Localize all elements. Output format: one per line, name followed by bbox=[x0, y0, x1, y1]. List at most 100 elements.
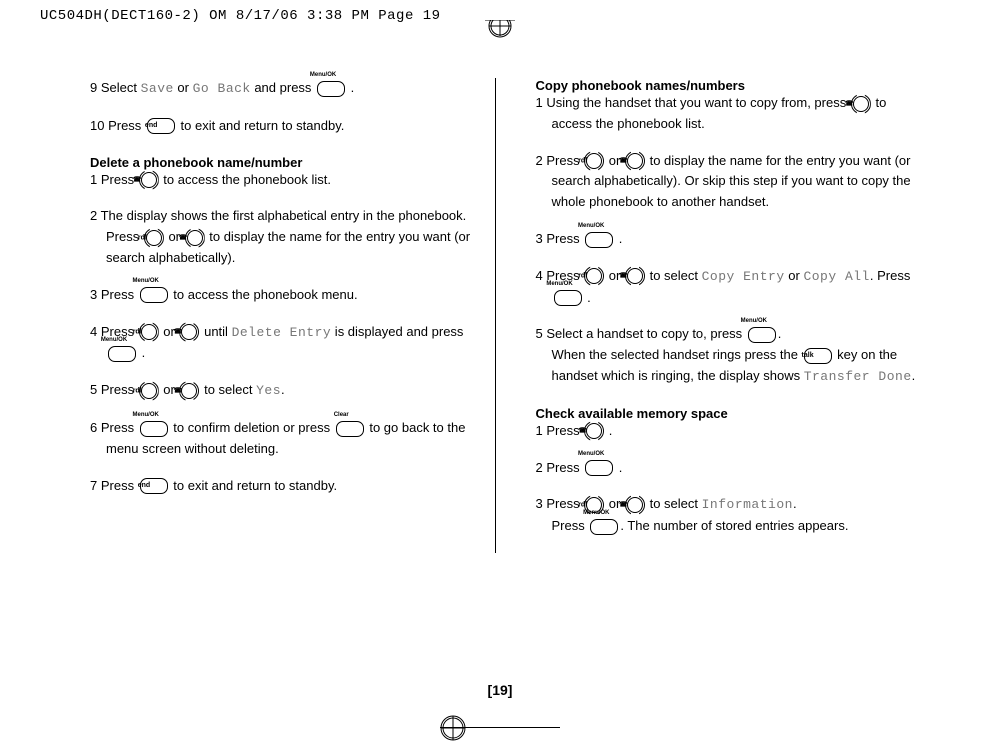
menu-ok-key-icon: Menu/OK bbox=[585, 460, 613, 476]
text: to exit and return to standby. bbox=[170, 478, 337, 493]
copy-step-4: 4 Press rdl or ☎ to select Copy Entry or… bbox=[536, 266, 921, 309]
clear-key-icon: Clear bbox=[336, 421, 364, 437]
text: 3 Press bbox=[536, 231, 584, 246]
text: until bbox=[200, 324, 231, 339]
text: When the selected handset rings press th… bbox=[552, 347, 802, 362]
talk-key-icon: talk bbox=[804, 348, 832, 364]
text: or bbox=[785, 268, 804, 283]
delete-step-6: 6 Press Menu/OK to confirm deletion or p… bbox=[90, 418, 475, 460]
lcd-text: Transfer Done bbox=[804, 369, 912, 384]
key-label: Menu/OK bbox=[757, 317, 767, 327]
up-key-icon: rdl bbox=[139, 322, 159, 342]
copy-step-3: 3 Press Menu/OK . bbox=[536, 229, 921, 250]
left-column: 9 Select Save or Go Back and press Menu/… bbox=[90, 78, 496, 553]
text: to access the phonebook menu. bbox=[170, 287, 358, 302]
end-key-icon: end bbox=[140, 478, 168, 494]
text: 9 Select bbox=[90, 80, 141, 95]
text: 2 Press bbox=[536, 153, 584, 168]
text: . bbox=[778, 326, 782, 341]
lcd-text: Save bbox=[141, 81, 174, 96]
lcd-text: Delete Entry bbox=[232, 325, 332, 340]
memory-step-1: 1 Press ☎ . bbox=[536, 421, 921, 442]
text: 3 Press bbox=[90, 287, 138, 302]
menu-ok-key-icon: Menu/OK bbox=[748, 327, 776, 343]
text: 2 The display shows the first alphabetic… bbox=[90, 208, 466, 223]
key-label: Menu/OK bbox=[117, 336, 127, 346]
down-key-icon: ☎ bbox=[851, 94, 871, 114]
delete-step-2: 2 The display shows the first alphabetic… bbox=[90, 206, 475, 268]
text: and press bbox=[251, 80, 315, 95]
delete-section-title: Delete a phonebook name/number bbox=[90, 155, 475, 170]
menu-ok-key-icon: Menu/OK bbox=[554, 290, 582, 306]
up-key-icon: rdl bbox=[584, 151, 604, 171]
text: 5 Press bbox=[90, 382, 138, 397]
copy-step-5: 5 Select a handset to copy to, press Men… bbox=[536, 324, 921, 387]
menu-ok-key-icon: Menu/OK bbox=[585, 232, 613, 248]
delete-step-1: 1 Press ☎ to access the phonebook list. bbox=[90, 170, 475, 191]
copy-step-1: 1 Using the handset that you want to cop… bbox=[536, 93, 921, 135]
down-key-icon: ☎ bbox=[625, 495, 645, 515]
text: or bbox=[174, 80, 193, 95]
text: 1 Press bbox=[536, 423, 584, 438]
text: 1 Press bbox=[90, 172, 138, 187]
text: 1 Using the handset that you want to cop… bbox=[536, 95, 850, 110]
text: 10 Press bbox=[90, 118, 145, 133]
delete-step-7: 7 Press end to exit and return to standb… bbox=[90, 476, 475, 497]
right-column: Copy phonebook names/numbers 1 Using the… bbox=[516, 78, 941, 553]
crop-mark-bottom-icon bbox=[440, 727, 560, 744]
text: 2 Press bbox=[536, 460, 584, 475]
key-label: Menu/OK bbox=[594, 450, 604, 460]
key-label: Menu/OK bbox=[149, 411, 159, 421]
key-label: Menu/OK bbox=[562, 280, 572, 290]
up-key-icon: rdl bbox=[144, 228, 164, 248]
step-10: 10 Press end to exit and return to stand… bbox=[90, 116, 475, 137]
text: 7 Press bbox=[90, 478, 138, 493]
delete-step-3: 3 Press Menu/OK to access the phonebook … bbox=[90, 285, 475, 306]
lcd-text: Yes bbox=[256, 383, 281, 398]
key-label: Menu/OK bbox=[149, 277, 159, 287]
down-key-icon: ☎ bbox=[625, 151, 645, 171]
text: to select bbox=[646, 496, 702, 511]
memory-step-3: 3 Press rdl or ☎ to select Information. … bbox=[536, 494, 921, 537]
text: . bbox=[793, 496, 797, 511]
down-key-icon: ☎ bbox=[179, 381, 199, 401]
crop-mark-top-icon bbox=[485, 20, 515, 50]
delete-step-5: 5 Press rdl or ☎ to select Yes. bbox=[90, 380, 475, 402]
up-key-icon: rdl bbox=[139, 381, 159, 401]
menu-ok-key-icon: Menu/OK bbox=[108, 346, 136, 362]
down-key-icon: ☎ bbox=[139, 170, 159, 190]
memory-section-title: Check available memory space bbox=[536, 406, 921, 421]
lcd-text: Go Back bbox=[193, 81, 251, 96]
copy-section-title: Copy phonebook names/numbers bbox=[536, 78, 921, 93]
content-columns: 9 Select Save or Go Back and press Menu/… bbox=[0, 28, 1000, 553]
lcd-text: Copy Entry bbox=[702, 269, 785, 284]
text: to exit and return to standby. bbox=[177, 118, 344, 133]
page-number: [19] bbox=[488, 682, 513, 698]
text: 6 Press bbox=[90, 420, 138, 435]
menu-ok-key-icon: Menu/OK bbox=[140, 287, 168, 303]
menu-ok-key-icon: Menu/OK bbox=[317, 81, 345, 97]
delete-step-4: 4 Press rdl or ☎ until Delete Entry is d… bbox=[90, 322, 475, 365]
lcd-text: Copy All bbox=[803, 269, 869, 284]
text: to access the phonebook list. bbox=[160, 172, 331, 187]
key-label: Menu/OK bbox=[594, 222, 604, 232]
text: is displayed and press bbox=[331, 324, 463, 339]
menu-ok-key-icon: Menu/OK bbox=[590, 519, 618, 535]
up-key-icon: rdl bbox=[584, 266, 604, 286]
down-key-icon: ☎ bbox=[625, 266, 645, 286]
lcd-text: Information bbox=[702, 497, 793, 512]
copy-step-2: 2 Press rdl or ☎ to display the name for… bbox=[536, 151, 921, 213]
text: 5 Select a handset to copy to, press bbox=[536, 326, 746, 341]
text: 3 Press bbox=[536, 496, 584, 511]
down-key-icon: ☎ bbox=[185, 228, 205, 248]
end-key-icon: end bbox=[147, 118, 175, 134]
key-label: Menu/OK bbox=[326, 71, 336, 81]
menu-ok-key-icon: Menu/OK bbox=[140, 421, 168, 437]
memory-step-2: 2 Press Menu/OK . bbox=[536, 458, 921, 479]
text: . The number of stored entries appears. bbox=[620, 518, 848, 533]
text: to select bbox=[200, 382, 256, 397]
down-key-icon: ☎ bbox=[179, 322, 199, 342]
step-9: 9 Select Save or Go Back and press Menu/… bbox=[90, 78, 475, 100]
down-key-icon: ☎ bbox=[584, 421, 604, 441]
key-label: Menu/OK bbox=[599, 509, 609, 519]
